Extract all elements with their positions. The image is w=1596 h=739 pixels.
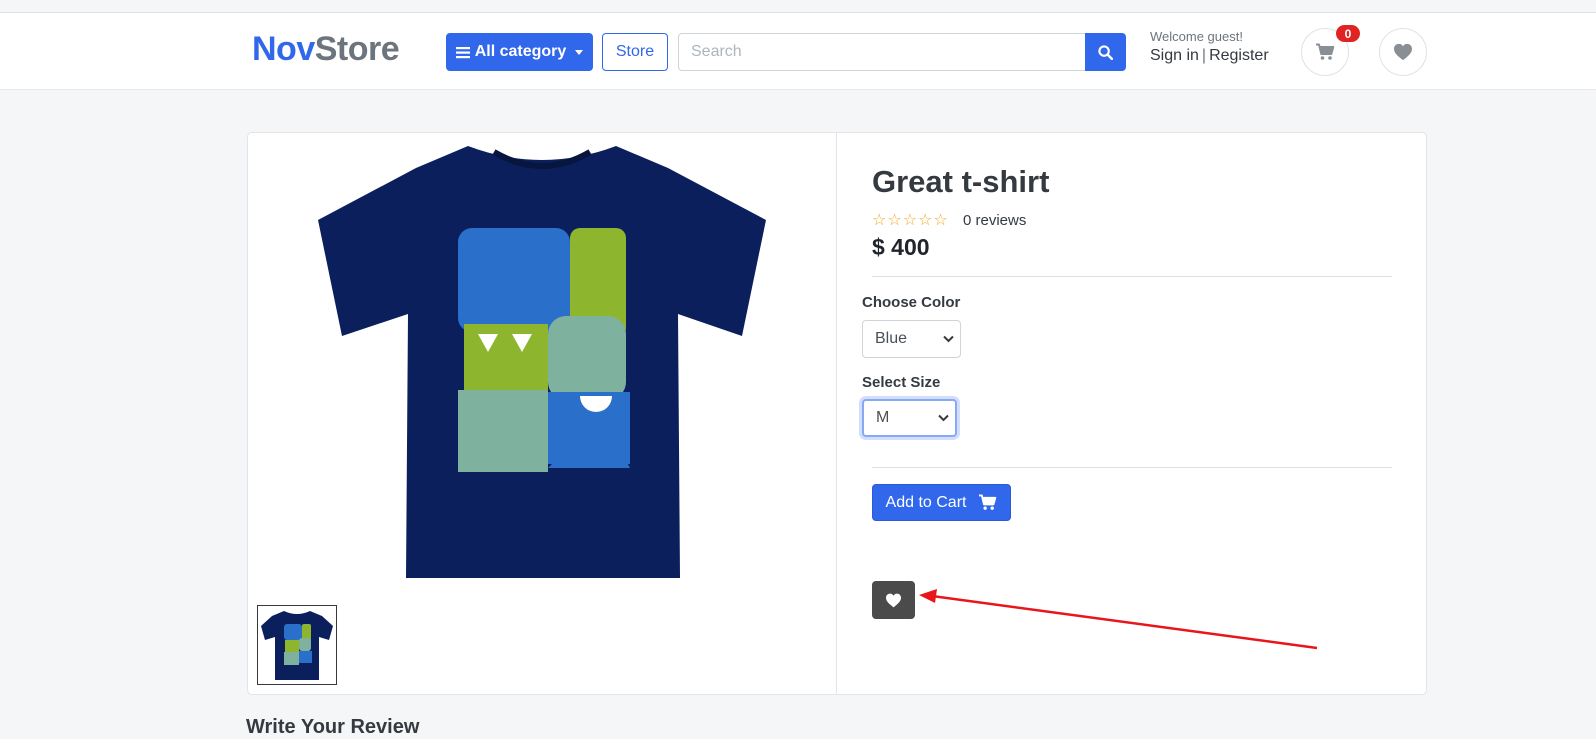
logo-part-nov: Nov [252,30,315,68]
tshirt-thumbnail-image [261,611,333,680]
size-select[interactable]: M [862,399,957,437]
size-selected-value: M [876,409,890,426]
menu-icon [455,46,470,58]
chevron-down-icon [575,49,584,55]
divider-line [872,467,1392,468]
add-to-cart-button[interactable]: Add to Cart [872,484,1011,521]
product-thumbnail[interactable] [257,605,337,685]
rating-stars-icon: ☆☆☆☆☆ [872,212,949,229]
add-to-cart-label: Add to Cart [885,493,967,511]
product-price: $ 400 [872,234,930,260]
divider-line [872,276,1392,277]
auth-separator: | [1201,47,1207,64]
cart-count-badge: 0 [1336,25,1360,42]
search-icon [1098,44,1113,60]
search-button[interactable] [1085,33,1126,71]
category-label: All category [474,43,567,60]
product-main-image[interactable] [318,138,766,584]
search-input[interactable] [678,33,1086,71]
tshirt-image [318,146,766,578]
store-button[interactable]: Store [602,33,668,71]
auth-links: Sign in | Register [1150,47,1269,65]
cart-icon [979,494,997,510]
welcome-text: Welcome guest! [1150,29,1243,44]
heart-icon [886,593,901,607]
register-link[interactable]: Register [1209,47,1269,64]
color-selected-value: Blue [875,330,908,347]
write-review-heading: Write Your Review [246,716,420,738]
size-label: Select Size [862,374,941,391]
color-label: Choose Color [862,294,961,311]
color-select[interactable]: Blue [862,320,961,358]
card-divider [836,132,837,695]
sign-in-link[interactable]: Sign in [1150,47,1199,64]
site-header: NovStore All category Store Welcome gues… [0,13,1596,90]
cart-icon [1316,43,1335,60]
logo-part-store: Store [314,30,400,68]
all-category-dropdown-button[interactable]: All category [446,33,593,71]
chevron-down-icon [943,335,954,343]
store-logo[interactable]: NovStore [252,29,400,69]
reviews-count[interactable]: 0 reviews [963,212,1026,229]
chevron-down-icon [938,414,949,422]
product-title: Great t-shirt [872,164,1050,199]
heart-icon [1394,43,1412,61]
add-to-wishlist-button[interactable] [872,581,915,619]
wishlist-button[interactable] [1379,28,1427,76]
